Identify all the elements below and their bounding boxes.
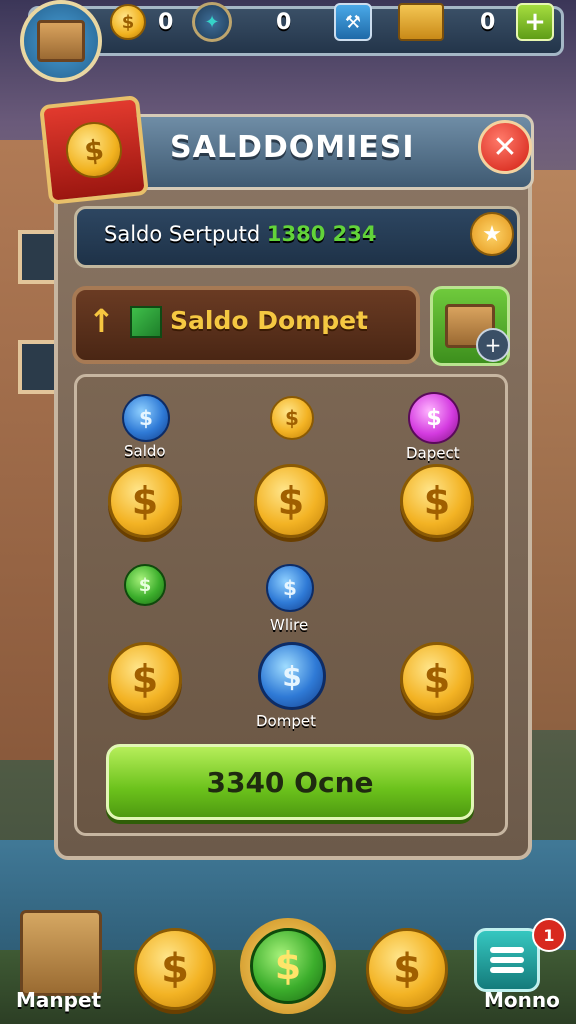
gem-counter: ✦ 0: [192, 2, 292, 42]
bars-value: 0: [480, 9, 496, 35]
green-coin-icon[interactable]: $: [124, 564, 166, 606]
dialog-title: SALDDOMIESI: [170, 130, 415, 165]
bottom-left-label: Manpet: [16, 988, 102, 1012]
gold-coin-icon[interactable]: $: [108, 464, 182, 538]
menu-icon: [490, 957, 524, 963]
confirm-button[interactable]: 3340 Ocne: [106, 744, 474, 820]
bottom-right-label: Monno: [484, 988, 560, 1012]
bars-counter: 0: [398, 3, 496, 41]
star-icon: ★: [482, 221, 502, 247]
grid-label-wlire: Wlire: [270, 616, 309, 634]
blue-coin-icon[interactable]: $: [122, 394, 170, 442]
notification-badge: 1: [532, 918, 566, 952]
add-currency-button[interactable]: +: [516, 3, 554, 41]
plus-icon: +: [516, 3, 554, 41]
pink-coin-icon[interactable]: $: [408, 392, 460, 444]
wallet-label: Saldo Dompet: [170, 306, 368, 335]
crate-button[interactable]: [20, 910, 102, 996]
green-gem-icon: [130, 306, 162, 338]
green-coin-button[interactable]: $: [240, 918, 336, 1014]
gold-coin-icon[interactable]: $: [108, 642, 182, 716]
gold-bars-icon: [398, 3, 444, 41]
gold-coin-icon[interactable]: $: [254, 464, 328, 538]
coin-value: 0: [158, 9, 174, 35]
tool-icon: ⚒: [334, 3, 372, 41]
coin-counter: $ 0: [110, 4, 174, 40]
profile-chest-button[interactable]: [20, 0, 102, 82]
grid-label-dapect: Dapect: [406, 444, 460, 462]
gold-coin-icon[interactable]: $: [270, 396, 314, 440]
grid-label-dompet: Dompet: [256, 712, 316, 730]
coin-icon: $: [110, 4, 146, 40]
menu-button[interactable]: [474, 928, 540, 992]
gold-coin-button[interactable]: $: [366, 928, 448, 1010]
coin-icon: $: [63, 119, 125, 181]
favorite-button[interactable]: ★: [470, 212, 514, 256]
gold-coin-icon[interactable]: $: [400, 464, 474, 538]
tool-button[interactable]: ⚒: [334, 3, 372, 41]
gold-coin-icon[interactable]: $: [400, 642, 474, 716]
blue-coin-icon[interactable]: $: [258, 642, 326, 710]
balance-value: 1380 234: [266, 222, 377, 246]
grid-label-saldo: Saldo: [124, 442, 166, 460]
blue-coin-icon[interactable]: $: [266, 564, 314, 612]
balance-label: Saldo Sertputd: [104, 222, 261, 246]
close-icon: ✕: [492, 129, 518, 165]
balance-text: Saldo Sertputd 1380 234: [104, 222, 377, 246]
plus-icon: +: [476, 328, 510, 362]
gem-value: 0: [276, 9, 292, 35]
green-coin-icon: $: [250, 928, 326, 1004]
chest-icon: [37, 20, 85, 62]
gem-icon: ✦: [192, 2, 232, 42]
menu-icon: [490, 947, 524, 953]
menu-icon: [490, 967, 524, 973]
close-button[interactable]: ✕: [478, 120, 532, 174]
gold-coin-button[interactable]: $: [134, 928, 216, 1010]
arrow-up-icon: ↑: [88, 302, 115, 340]
ledger-book-icon: $: [39, 95, 149, 205]
